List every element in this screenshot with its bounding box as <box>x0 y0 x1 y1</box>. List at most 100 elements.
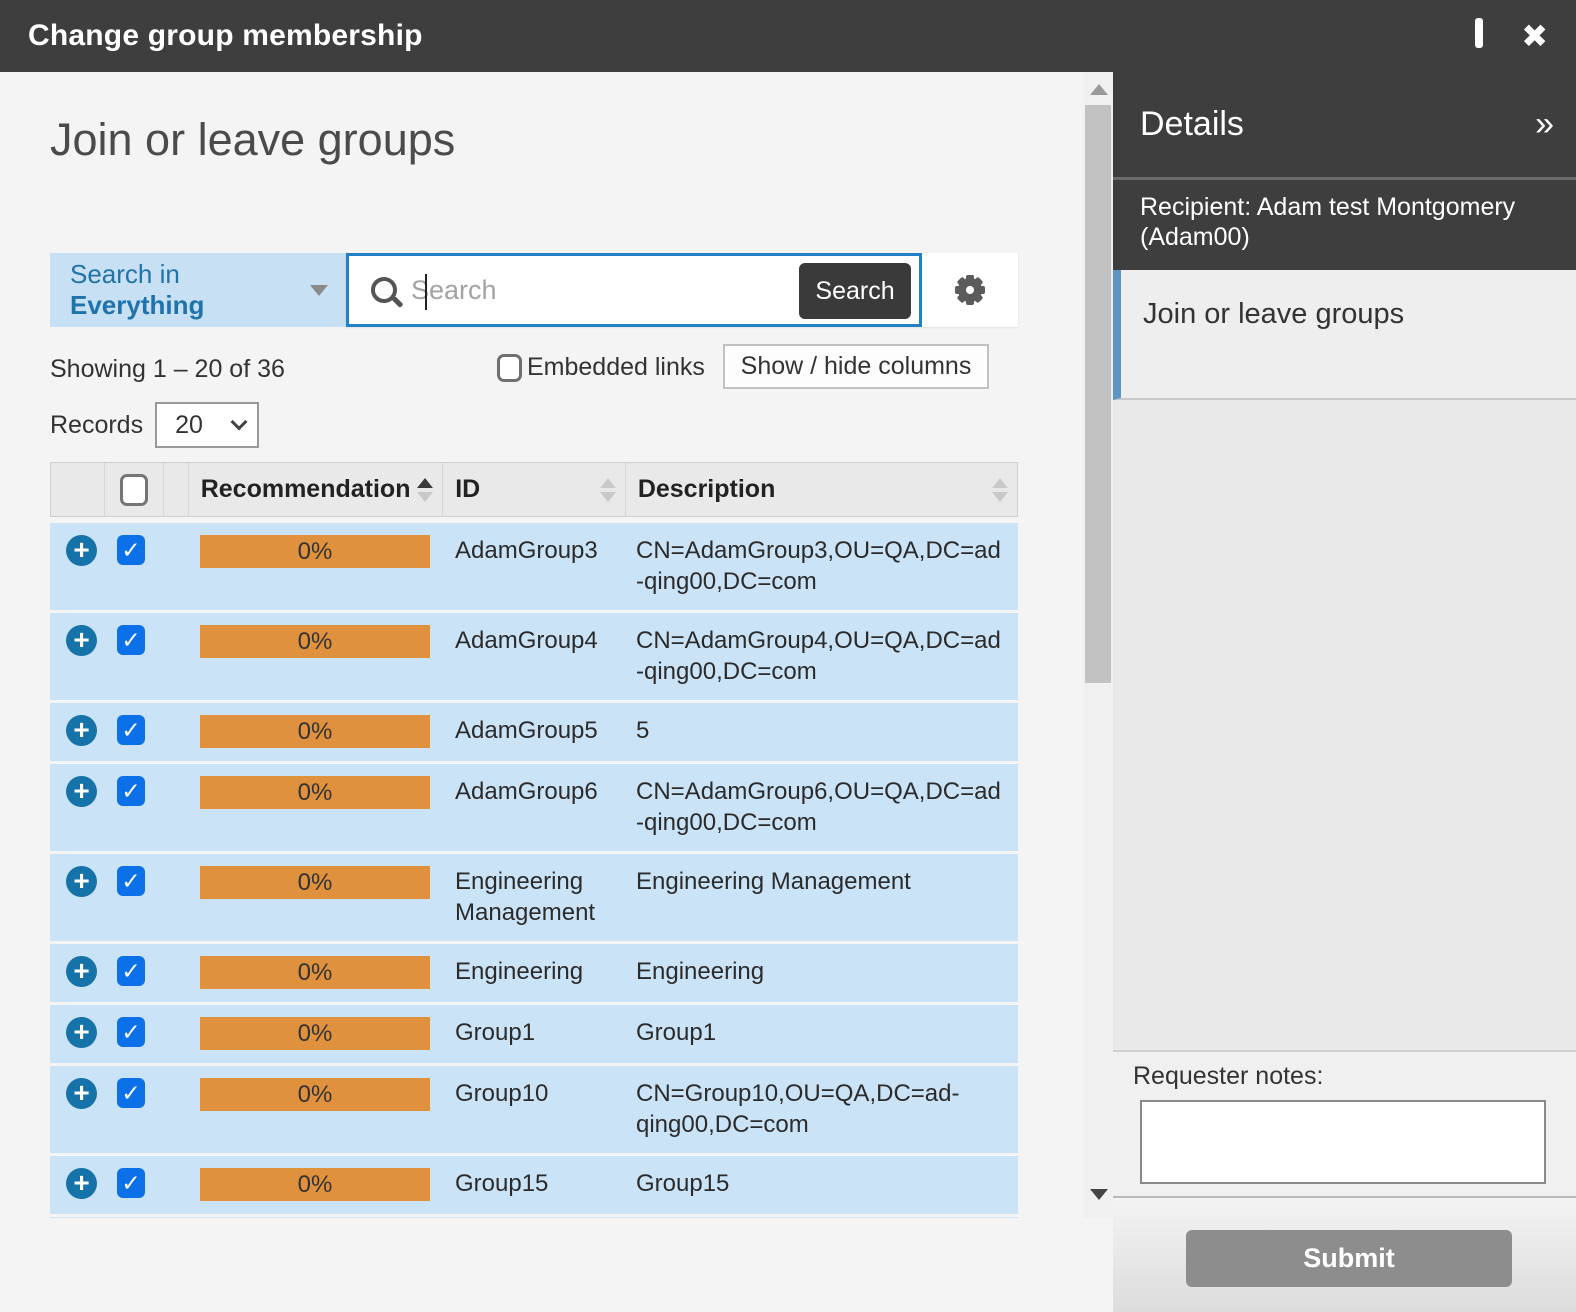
column-header-recommendation[interactable]: Recommendation <box>189 463 443 516</box>
row-checkbox[interactable]: ✓ <box>117 866 145 896</box>
scroll-up-button[interactable] <box>1090 84 1108 95</box>
row-id: AdamGroup5 <box>443 703 626 761</box>
recommendation-bar: 0% <box>200 1168 430 1201</box>
table-row[interactable]: + ✓ 0% Group15 Group15 <box>50 1156 1018 1214</box>
requester-notes-input[interactable] <box>1140 1100 1546 1184</box>
search-row: Search in Everything Search <box>50 253 1018 327</box>
recommendation-value: 0% <box>298 779 333 806</box>
details-title: Details <box>1140 105 1244 144</box>
row-checkbox[interactable]: ✓ <box>117 956 145 986</box>
sort-icons <box>992 478 1008 502</box>
requester-notes-section: Requester notes: <box>1113 1050 1576 1196</box>
nav-item-join-or-leave-groups[interactable]: Join or leave groups <box>1113 270 1576 400</box>
scroll-down-button[interactable] <box>1090 1189 1108 1200</box>
records-select[interactable]: 20 <box>155 402 259 448</box>
row-description: Engineering Management <box>626 854 1018 941</box>
expand-row-button[interactable]: + <box>66 776 97 807</box>
expand-row-button[interactable]: + <box>66 535 97 566</box>
submit-button[interactable]: Submit <box>1186 1230 1512 1287</box>
expand-row-button[interactable]: + <box>66 715 97 746</box>
embedded-links-checkbox[interactable] <box>497 354 522 382</box>
scroll-thumb[interactable] <box>1085 105 1111 683</box>
recommendation-value: 0% <box>298 538 333 565</box>
row-id: AdamGroup4 <box>443 613 626 700</box>
plus-icon: + <box>73 534 89 565</box>
table-row[interactable]: + ✓ 0% Engineering Engineering <box>50 944 1018 1002</box>
column-header-spacer <box>164 463 189 516</box>
show-hide-columns-button[interactable]: Show / hide columns <box>723 344 989 389</box>
recipient-info: Recipient: Adam test Montgomery (Adam00) <box>1113 180 1576 270</box>
recommendation-bar: 0% <box>200 1017 430 1050</box>
expand-row-button[interactable]: + <box>66 625 97 656</box>
row-checkbox[interactable]: ✓ <box>117 535 145 565</box>
recommendation-value: 0% <box>298 1020 333 1047</box>
chevron-double-right-icon: » <box>1535 105 1554 143</box>
sort-desc-icon <box>992 492 1008 502</box>
plus-icon: + <box>73 1016 89 1047</box>
row-checkbox[interactable]: ✓ <box>117 715 145 745</box>
recommendation-bar: 0% <box>200 1078 430 1111</box>
plus-icon: + <box>73 1167 89 1198</box>
table-row[interactable]: + ✓ 0% Engineering Management Engineerin… <box>50 854 1018 941</box>
search-scope-dropdown[interactable]: Search in Everything <box>50 253 346 327</box>
plus-icon: + <box>73 865 89 896</box>
details-header: Details » <box>1113 72 1576 177</box>
vertical-scrollbar[interactable] <box>1083 72 1113 1218</box>
embedded-links-control: Embedded links <box>497 353 705 382</box>
row-id: Engineering <box>443 944 626 1002</box>
expand-row-button[interactable]: + <box>66 1078 97 1109</box>
maximize-button[interactable] <box>1475 27 1483 45</box>
table-row[interactable]: + ✓ 0% Group10 CN=Group10,OU=QA,DC=ad-qi… <box>50 1066 1018 1153</box>
plus-icon: + <box>73 955 89 986</box>
select-all-checkbox[interactable] <box>120 474 148 506</box>
table-row[interactable]: + ✓ 0% AdamGroup6 CN=AdamGroup6,OU=QA,DC… <box>50 764 1018 851</box>
search-settings-button[interactable] <box>922 253 1018 327</box>
row-checkbox[interactable]: ✓ <box>117 1168 145 1198</box>
row-id: Group1 <box>443 1005 626 1063</box>
close-icon: ✖ <box>1521 18 1548 54</box>
table-row[interactable]: + ✓ 0% AdamGroup5 5 <box>50 703 1018 761</box>
sort-desc-icon <box>417 492 433 502</box>
row-id: Group10 <box>443 1066 626 1153</box>
table-row[interactable]: + ✓ 0% AdamGroup3 CN=AdamGroup3,OU=QA,DC… <box>50 523 1018 610</box>
column-header-id[interactable]: ID <box>443 463 626 516</box>
requester-notes-label: Requester notes: <box>1133 1062 1323 1091</box>
recommendation-bar: 0% <box>200 625 430 658</box>
row-checkbox[interactable]: ✓ <box>117 776 145 806</box>
table-row[interactable]: + ✓ 0% Group1 Group1 <box>50 1005 1018 1063</box>
column-header-expand <box>51 463 105 516</box>
collapse-panel-button[interactable]: » <box>1535 105 1554 144</box>
expand-row-button[interactable]: + <box>66 1168 97 1199</box>
column-header-description[interactable]: Description <box>626 463 1017 516</box>
row-description: Engineering <box>626 944 1018 1002</box>
main-panel: Join or leave groups Search in Everythin… <box>0 72 1083 1218</box>
row-description: Group1 <box>626 1005 1018 1063</box>
expand-row-button[interactable]: + <box>66 866 97 897</box>
recommendation-bar: 0% <box>200 956 430 989</box>
table-row-partial <box>50 1217 1018 1218</box>
expand-row-button[interactable]: + <box>66 956 97 987</box>
expand-row-button[interactable]: + <box>66 1017 97 1048</box>
recommendation-bar: 0% <box>200 866 430 899</box>
check-icon: ✓ <box>121 1019 140 1045</box>
row-checkbox[interactable]: ✓ <box>117 625 145 655</box>
search-input-box[interactable]: Search <box>346 253 922 327</box>
table-row[interactable]: + ✓ 0% AdamGroup4 CN=AdamGroup4,OU=QA,DC… <box>50 613 1018 700</box>
search-scope-label: Search in Everything <box>70 259 310 321</box>
row-checkbox[interactable]: ✓ <box>117 1017 145 1047</box>
close-button[interactable]: ✖ <box>1521 20 1548 52</box>
row-description: CN=AdamGroup4,OU=QA,DC=ad-qing00,DC=com <box>626 613 1018 700</box>
sort-desc-icon <box>600 492 616 502</box>
recommendation-value: 0% <box>298 959 333 986</box>
results-count: Showing 1 – 20 of 36 <box>50 355 285 384</box>
row-checkbox[interactable]: ✓ <box>117 1078 145 1108</box>
row-description: Group15 <box>626 1156 1018 1214</box>
search-input[interactable] <box>397 275 799 306</box>
details-panel: Details » Recipient: Adam test Montgomer… <box>1113 72 1576 1312</box>
row-description: CN=AdamGroup3,OU=QA,DC=ad-qing00,DC=com <box>626 523 1018 610</box>
plus-icon: + <box>73 714 89 745</box>
search-submit-button[interactable]: Search <box>799 263 911 319</box>
row-id: AdamGroup6 <box>443 764 626 851</box>
text-cursor <box>425 274 427 310</box>
recommendation-value: 0% <box>298 1081 333 1108</box>
